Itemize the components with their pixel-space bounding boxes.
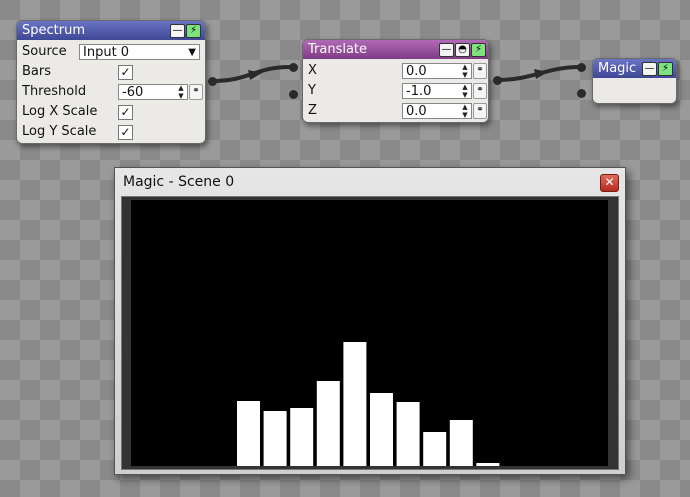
- spectrum-bars: [237, 342, 500, 466]
- link-icon[interactable]: ⚭: [189, 84, 203, 100]
- spectrum-bar: [423, 432, 447, 466]
- spectrum-bar: [343, 342, 367, 466]
- translate-node-title: Translate: [308, 42, 368, 57]
- magic-node[interactable]: Magic — ⚡: [577, 58, 677, 104]
- spectrum-bar: [263, 411, 287, 466]
- threshold-value: -60: [122, 85, 144, 100]
- magic-node-header[interactable]: Magic — ⚡: [593, 59, 676, 78]
- z-spinner[interactable]: ▲ ▼: [460, 103, 470, 119]
- spectrum-output-port[interactable]: [208, 77, 217, 86]
- translate-node-header[interactable]: Translate — ◓ ⚡: [303, 40, 488, 59]
- y-value: -1.0: [406, 84, 432, 99]
- z-value: 0.0: [406, 104, 427, 119]
- translate-input-port-y[interactable]: [289, 90, 298, 99]
- threshold-label: Threshold: [22, 84, 87, 99]
- log-x-checkbox[interactable]: ✓: [118, 105, 133, 120]
- magic-input-port-2[interactable]: [577, 89, 586, 98]
- magic-node-title: Magic: [598, 61, 637, 76]
- spectrum-node-header[interactable]: Spectrum — ⚡: [17, 21, 205, 40]
- power-icon[interactable]: ⚡: [471, 43, 486, 57]
- x-label: X: [308, 63, 317, 78]
- spectrum-bar: [237, 401, 260, 466]
- wire-arrow-2: [534, 69, 548, 79]
- spectrum-bar: [449, 420, 473, 466]
- spectrum-node-title: Spectrum: [22, 23, 85, 38]
- power-icon[interactable]: ⚡: [186, 24, 201, 38]
- spectrum-bar: [290, 408, 314, 466]
- scene-canvas-frame: [121, 196, 619, 470]
- magic-input-port-1[interactable]: [577, 63, 586, 72]
- source-select[interactable]: Input 0 ▼: [79, 44, 200, 60]
- source-label: Source: [22, 44, 67, 59]
- source-select-value: Input 0: [83, 45, 130, 60]
- spectrum-bar: [476, 463, 500, 466]
- link-icon[interactable]: ⚭: [473, 63, 487, 79]
- bars-label: Bars: [22, 64, 52, 79]
- translate-node[interactable]: Translate — ◓ ⚡ X 0.0 ▲ ▼ ⚭ Y -1.0 ▲ ▼ ⚭ Z…: [289, 39, 502, 123]
- link-icon[interactable]: ⚭: [473, 83, 487, 99]
- spectrum-node[interactable]: Spectrum — ⚡ Source Input 0 ▼ Bars ✓ Thr…: [16, 20, 217, 144]
- wire-arrow-1: [248, 70, 262, 80]
- threshold-spinner[interactable]: ▲ ▼: [176, 84, 186, 100]
- power-icon[interactable]: ⚡: [658, 62, 673, 76]
- link-icon[interactable]: ⚭: [473, 103, 487, 119]
- y-spinner[interactable]: ▲ ▼: [460, 83, 470, 99]
- x-value: 0.0: [406, 64, 427, 79]
- wire-spectrum-to-translate: [211, 65, 291, 83]
- translate-input-port-x[interactable]: [289, 63, 298, 72]
- minimize-icon[interactable]: —: [170, 24, 185, 38]
- minimize-icon[interactable]: —: [439, 43, 454, 57]
- chevron-down-icon: ▼: [188, 47, 196, 58]
- scene-window-title: Magic - Scene 0: [123, 174, 235, 190]
- log-x-label: Log X Scale: [22, 104, 98, 119]
- scene-canvas[interactable]: [131, 200, 608, 466]
- spectrum-bar: [396, 402, 420, 466]
- log-y-label: Log Y Scale: [22, 124, 97, 139]
- spectrum-bar: [370, 393, 393, 466]
- minimize-icon[interactable]: —: [642, 62, 657, 76]
- preview-icon[interactable]: ◓: [455, 43, 470, 57]
- bars-checkbox[interactable]: ✓: [118, 65, 133, 80]
- x-spinner[interactable]: ▲ ▼: [460, 63, 470, 79]
- z-label: Z: [308, 103, 317, 118]
- scene-window[interactable]: Magic - Scene 0 ✕: [114, 167, 626, 475]
- y-label: Y: [308, 83, 316, 98]
- log-y-checkbox[interactable]: ✓: [118, 125, 133, 140]
- close-icon[interactable]: ✕: [600, 174, 619, 192]
- translate-output-port[interactable]: [493, 76, 502, 85]
- wire-translate-to-magic: [495, 65, 581, 82]
- spectrum-bar: [316, 381, 340, 466]
